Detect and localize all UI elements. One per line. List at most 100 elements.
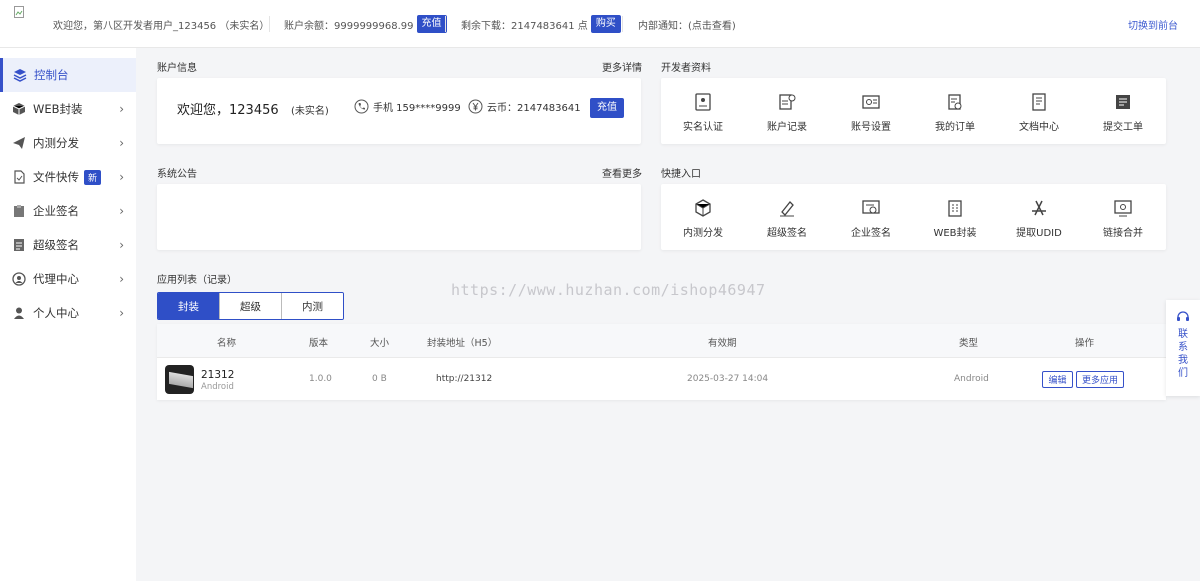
chevron-right-icon: › (119, 204, 124, 218)
order-icon (948, 94, 962, 110)
notice-section-title: 系统公告 (157, 169, 197, 180)
dev-item-label: 提交工单 (1103, 122, 1143, 133)
dev-item-verify[interactable]: 实名认证 (661, 92, 745, 133)
account-section-title: 账户信息 (157, 63, 197, 74)
sidebar-item-label: 企业签名 (33, 204, 79, 218)
table-header: 名称 版本 大小 封装地址（H5） 有效期 类型 操作 (157, 324, 1166, 358)
col-name: 名称 (217, 338, 237, 349)
quick-item-label: 企业签名 (851, 228, 891, 239)
col-version: 版本 (309, 338, 329, 349)
sidebar-item-file-transfer[interactable]: 文件快传 新 › (0, 160, 136, 194)
more-apps-button[interactable]: 更多应用 (1076, 371, 1124, 388)
tab-beta[interactable]: 内测 (281, 293, 343, 319)
quick-item-label: WEB封装 (933, 228, 977, 239)
account-card: 欢迎您，123456 (未实名) 手机 159****9999 云币：21474… (157, 78, 641, 144)
dev-item-label: 账号设置 (851, 122, 891, 133)
layers-icon (13, 68, 27, 82)
quick-item-link-merge[interactable]: 链接合并 (1081, 198, 1165, 239)
doc-icon (12, 238, 26, 252)
tab-super[interactable]: 超级 (219, 293, 281, 319)
sidebar-item-label: 超级签名 (33, 238, 79, 252)
sidebar-item-label: 控制台 (34, 68, 69, 82)
sidebar-item-label: 内测分发 (33, 136, 79, 150)
app-expiry: 2025-03-27 14:04 (687, 374, 769, 384)
quick-item-beta[interactable]: 内测分发 (661, 198, 745, 239)
welcome-text: 欢迎您，第八区开发者用户_123456 （未实名） (53, 20, 270, 32)
records-icon (779, 94, 796, 110)
quick-item-enterprise-sign[interactable]: 企业签名 (829, 198, 913, 239)
account-more-link[interactable]: 更多详情 (602, 59, 642, 74)
yen-icon (468, 99, 483, 114)
sidebar-item-console[interactable]: 控制台 (0, 58, 136, 92)
chevron-right-icon: › (119, 238, 124, 252)
dev-grid: 实名认证 账户记录 账号设置 我的订单 文档中心 提交工单 (661, 92, 1165, 133)
dev-item-label: 我的订单 (935, 122, 975, 133)
quick-card: 内测分发 超级签名 企业签名 WEB封装 提取UDID 链接合并 (661, 184, 1166, 250)
dev-section-title: 开发者资料 (661, 63, 711, 74)
edit-button[interactable]: 编辑 (1042, 371, 1073, 388)
app-store-icon (1032, 200, 1046, 216)
notice-more-link[interactable]: 查看更多 (602, 165, 642, 180)
sidebar-item-web-wrap[interactable]: WEB封装 › (0, 92, 136, 126)
sidebar-item-agent-center[interactable]: 代理中心 › (0, 262, 136, 296)
dev-item-label: 实名认证 (683, 122, 723, 133)
quick-item-label: 链接合并 (1103, 228, 1143, 239)
balance-group: 账户余额：9999999968.99 充值 (284, 0, 447, 48)
chevron-right-icon: › (119, 136, 124, 150)
balance-text: 账户余额：9999999968.99 (284, 20, 414, 32)
dev-item-settings[interactable]: 账号设置 (829, 92, 913, 133)
document-icon (1032, 93, 1046, 111)
dev-item-docs[interactable]: 文档中心 (997, 92, 1081, 133)
account-recharge-button[interactable]: 充值 (590, 98, 624, 118)
quick-item-super-sign[interactable]: 超级签名 (745, 198, 829, 239)
headset-icon (1177, 311, 1189, 321)
quick-item-label: 超级签名 (767, 228, 807, 239)
quick-item-udid[interactable]: 提取UDID (997, 198, 1081, 239)
tab-wrap[interactable]: 封装 (158, 293, 219, 319)
chevron-right-icon: › (119, 272, 124, 286)
clipboard-icon (12, 204, 26, 218)
account-settings-icon (862, 95, 880, 109)
phone-group: 手机 159****9999 (354, 99, 461, 114)
app-url[interactable]: http://21312 (436, 374, 492, 384)
sidebar-item-enterprise-sign[interactable]: 企业签名 › (0, 194, 136, 228)
sidebar-item-super-sign[interactable]: 超级签名 › (0, 228, 136, 262)
user-icon (12, 306, 26, 320)
app-version: 1.0.0 (309, 374, 332, 384)
contact-us-button[interactable]: 联系我们 (1166, 300, 1200, 396)
topbar-recharge-button[interactable]: 充值 (416, 15, 447, 33)
phone-text: 手机 159****9999 (373, 103, 461, 114)
coins-text: 云币：2147483641 (487, 103, 581, 114)
downloads-group: 剩余下载：2147483641 点 购买 (461, 0, 621, 48)
app-platform: Android (201, 382, 234, 392)
apps-tabs: 封装 超级 内测 (157, 292, 344, 320)
send-icon (12, 136, 26, 150)
downloads-text: 剩余下载：2147483641 点 (461, 20, 588, 32)
col-size: 大小 (370, 338, 390, 349)
app-type: Android (954, 374, 989, 384)
broken-image-icon (14, 6, 24, 18)
col-actions: 操作 (1075, 338, 1095, 349)
sidebar-item-personal-center[interactable]: 个人中心 › (0, 296, 136, 330)
apps-table: 名称 版本 大小 封装地址（H5） 有效期 类型 操作 21312 Androi… (157, 324, 1166, 400)
notice-link[interactable]: 内部通知：(点击查看) (638, 0, 736, 48)
dev-card: 实名认证 账户记录 账号设置 我的订单 文档中心 提交工单 (661, 78, 1166, 144)
quick-item-web-wrap[interactable]: WEB封装 (913, 198, 997, 239)
sidebar-item-label: WEB封装 (33, 102, 83, 116)
divider (269, 16, 270, 32)
sidebar-item-label: 个人中心 (33, 306, 79, 320)
buy-button[interactable]: 购买 (590, 15, 621, 33)
dev-item-ticket[interactable]: 提交工单 (1081, 92, 1165, 133)
dev-item-label: 账户记录 (767, 122, 807, 133)
sidebar-item-beta-dist[interactable]: 内测分发 › (0, 126, 136, 160)
account-greeting: 欢迎您，123456 (177, 103, 279, 118)
chevron-right-icon: › (119, 170, 124, 184)
switch-frontend-link[interactable]: 切换到前台 (1128, 0, 1178, 48)
dev-item-records[interactable]: 账户记录 (745, 92, 829, 133)
chevron-right-icon: › (119, 102, 124, 116)
divider (445, 16, 446, 32)
sidebar-item-label: 文件快传 (33, 170, 79, 184)
app-name: 21312 (201, 369, 235, 381)
dev-item-orders[interactable]: 我的订单 (913, 92, 997, 133)
sidebar-item-label: 代理中心 (33, 272, 79, 286)
